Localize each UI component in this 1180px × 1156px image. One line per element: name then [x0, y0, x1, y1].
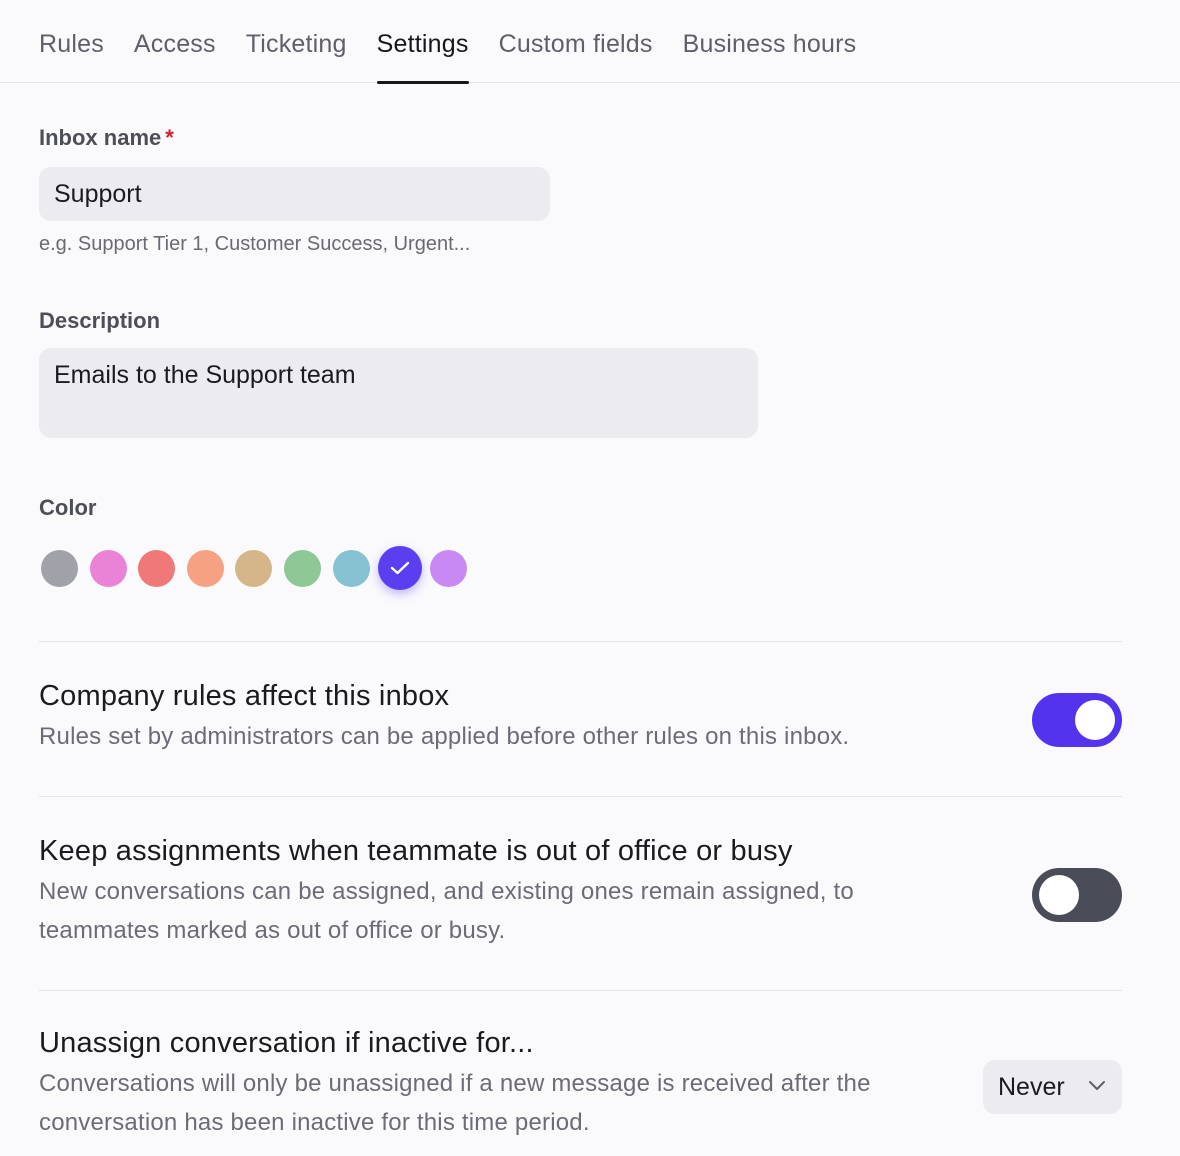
select-value: Never	[998, 1072, 1065, 1101]
tab-bar: Rules Access Ticketing Settings Custom f…	[0, 0, 1180, 84]
color-swatch[interactable]	[378, 546, 423, 590]
tab-business-hours[interactable]: Business hours	[683, 0, 857, 83]
setting-title: Keep assignments when teammate is out of…	[39, 835, 793, 867]
chevron-down-icon	[1088, 1078, 1106, 1096]
color-swatch[interactable]	[138, 549, 176, 587]
description-label: Description	[39, 308, 161, 333]
inbox-name-label: Inbox name *	[39, 125, 1122, 151]
color-swatch[interactable]	[283, 549, 321, 587]
tab-ticketing[interactable]: Ticketing	[246, 0, 347, 83]
divider	[39, 641, 1122, 642]
settings-form: Inbox name* e.g. Support Tier 1, Custome…	[0, 125, 1180, 1142]
company-rules-toggle[interactable]	[1032, 693, 1122, 747]
setting-description: Rules set by administrators can be appli…	[39, 723, 850, 750]
inactive-period-select[interactable]: Never	[983, 1060, 1122, 1114]
color-swatch[interactable]	[430, 549, 468, 587]
inbox-name-input[interactable]	[39, 167, 550, 221]
divider	[39, 796, 1122, 797]
color-label: Color	[39, 495, 97, 520]
color-swatch[interactable]	[186, 549, 224, 587]
tab-custom-fields[interactable]: Custom fields	[499, 0, 653, 83]
color-swatch[interactable]	[235, 549, 273, 587]
inbox-name-label-text: Inbox name	[39, 125, 162, 150]
toggle-knob	[1039, 875, 1079, 915]
color-swatch-group	[39, 543, 1122, 593]
setting-title: Company rules affect this inbox	[39, 680, 450, 712]
description-textarea[interactable]: Emails to the Support team	[39, 348, 758, 438]
setting-title: Unassign conversation if inactive for...	[39, 1027, 534, 1059]
color-swatch[interactable]	[89, 549, 127, 587]
divider	[39, 990, 1122, 991]
required-marker: *	[165, 125, 174, 150]
tab-settings[interactable]: Settings	[376, 0, 469, 84]
tab-rules[interactable]: Rules	[39, 0, 104, 83]
setting-description: New conversations can be assigned, and e…	[39, 878, 854, 944]
color-swatch[interactable]	[332, 549, 370, 587]
color-swatch[interactable]	[41, 549, 78, 587]
setting-company-rules: Company rules affect this inbox Rules se…	[39, 680, 1122, 796]
keep-assignments-toggle[interactable]	[1032, 868, 1122, 922]
check-icon	[389, 560, 411, 576]
setting-keep-assignments: Keep assignments when teammate is out of…	[39, 835, 1122, 990]
setting-description: Conversations will only be unassigned if…	[39, 1070, 871, 1136]
setting-unassign-inactive: Unassign conversation if inactive for...…	[39, 1027, 1122, 1142]
tab-access[interactable]: Access	[134, 0, 216, 83]
inbox-name-hint: e.g. Support Tier 1, Customer Success, U…	[39, 233, 471, 255]
toggle-knob	[1075, 700, 1115, 740]
